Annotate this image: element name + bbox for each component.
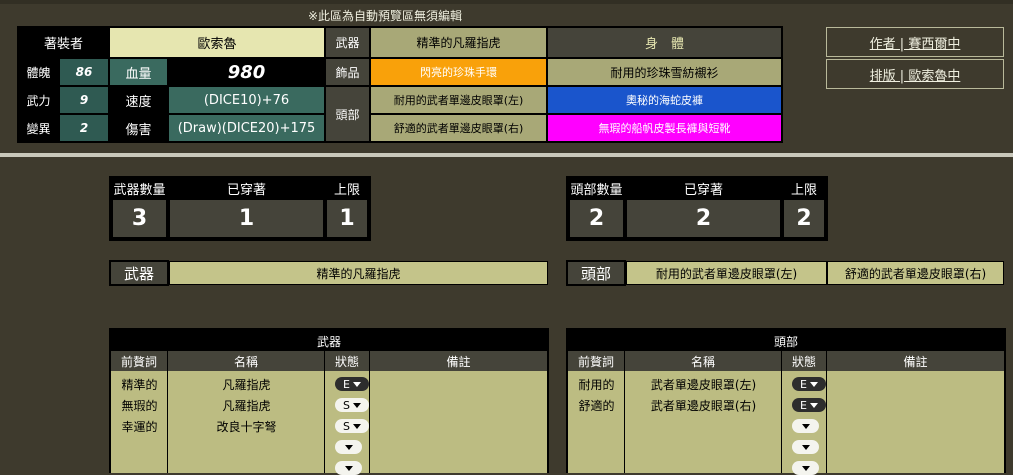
weapon-bar-label: 武器 <box>109 260 169 286</box>
head-th-prefix: 前贅詞 <box>568 351 625 371</box>
equip-body-value-2: 奧秘的海蛇皮褲 <box>547 86 782 114</box>
head-bar-value-1: 耐用的武者單邊皮眼罩(左) <box>626 261 827 285</box>
equip-accessory-label: 飾品 <box>325 58 370 86</box>
head-worn-value: 2 <box>625 198 782 239</box>
weapon-row-3-name: 改良十字弩 <box>216 419 277 434</box>
weapon-bar-value: 精準的凡羅指虎 <box>169 261 548 285</box>
chevron-down-icon <box>344 444 353 450</box>
head-bar-label: 頭部 <box>566 260 626 286</box>
equip-head-value-2: 舒適的武者單邊皮眼罩(右) <box>370 114 547 142</box>
head-row-2-status-dropdown[interactable]: E <box>792 398 826 412</box>
head-th-name: 名稱 <box>625 351 782 371</box>
head-count-value: 2 <box>568 198 625 239</box>
head-worn-label: 已穿著 <box>625 178 782 198</box>
weapon-col-note <box>370 371 547 473</box>
head-row-4-status-dropdown[interactable] <box>792 440 819 454</box>
weapon-limit-label: 上限 <box>325 178 369 198</box>
equip-head-label: 頭部 <box>325 86 370 142</box>
head-bar-value-2: 舒適的武者單邊皮眼罩(右) <box>827 261 1004 285</box>
head-row-2-prefix: 舒適的 <box>578 398 615 413</box>
weapon-row-1-status-dropdown[interactable]: E <box>335 377 369 391</box>
head-row-1-status-dropdown[interactable]: E <box>792 377 826 391</box>
speed-label: 速度 <box>109 86 168 114</box>
weapon-row-1-prefix: 精準的 <box>121 377 158 392</box>
chevron-down-icon <box>801 444 810 450</box>
equip-body-value-3: 無瑕的船帆皮製長褲與短靴 <box>547 114 782 142</box>
head-count-label: 頭部數量 <box>568 178 625 198</box>
chevron-down-icon <box>352 402 361 408</box>
head-limit-value: 2 <box>782 198 826 239</box>
head-th-note: 備註 <box>827 351 1004 371</box>
chevron-down-icon <box>801 465 810 471</box>
weapon-row-2-status: S <box>343 398 350 412</box>
weapon-th-note: 備註 <box>370 351 547 371</box>
head-row-2-status: E <box>800 398 807 412</box>
head-row-3-status-dropdown[interactable] <box>792 419 819 433</box>
stat-value-mutation: 2 <box>59 114 109 142</box>
equip-weapon-value: 精準的凡羅指虎 <box>370 27 547 58</box>
chevron-down-icon <box>809 381 818 387</box>
equip-body-label: 身 體 <box>547 27 782 58</box>
chevron-down-icon <box>801 423 810 429</box>
stat-value-physique: 86 <box>59 58 109 86</box>
weapon-th-name: 名稱 <box>168 351 325 371</box>
equip-weapon-label: 武器 <box>325 27 370 58</box>
weapon-row-4-status-dropdown[interactable] <box>335 440 362 454</box>
weapon-th-status: 狀態 <box>325 351 370 371</box>
chevron-down-icon <box>809 402 818 408</box>
weapon-row-3-status-dropdown[interactable]: S <box>335 419 369 433</box>
weapon-row-3-prefix: 幸運的 <box>121 419 158 434</box>
stat-label-mutation: 變異 <box>18 114 59 142</box>
chevron-down-icon <box>352 381 361 387</box>
head-table-title: 頭部 <box>568 331 1004 351</box>
wearer-name: 歐索魯 <box>109 27 325 58</box>
weapon-count-value: 3 <box>111 198 168 239</box>
weapon-worn-value: 1 <box>168 198 325 239</box>
hp-value: 980 <box>168 58 325 86</box>
weapon-row-1-status: E <box>343 377 350 391</box>
stat-value-force: 9 <box>59 86 109 114</box>
equip-accessory-value: 閃亮的珍珠手環 <box>370 58 547 86</box>
top-strip <box>0 0 1013 4</box>
weapon-row-2-status-dropdown[interactable]: S <box>335 398 369 412</box>
weapon-th-prefix: 前贅詞 <box>111 351 168 371</box>
auto-preview-notice: ※此區為自動預覽區無須編輯 <box>307 8 463 23</box>
chevron-down-icon <box>344 465 353 471</box>
weapon-row-2-name: 凡羅指虎 <box>222 398 271 413</box>
head-row-1-name: 武者單邊皮眼罩(左) <box>650 377 757 392</box>
damage-value: (Draw)(DICE20)+175 <box>168 114 325 142</box>
weapon-row-2-prefix: 無瑕的 <box>121 398 158 413</box>
weapon-count-label: 武器數量 <box>111 178 168 198</box>
head-row-2-name: 武者單邊皮眼罩(右) <box>650 398 757 413</box>
layout-link[interactable]: 排版 | 歐索魯中 <box>826 59 1004 89</box>
wearer-label: 著裝者 <box>18 27 109 58</box>
damage-label: 傷害 <box>109 114 168 142</box>
speed-value: (DICE10)+76 <box>168 86 325 114</box>
stat-label-physique: 體魄 <box>18 58 59 86</box>
weapon-table-title: 武器 <box>111 331 547 351</box>
head-row-1-prefix: 耐用的 <box>578 377 615 392</box>
head-th-status: 狀態 <box>782 351 827 371</box>
stat-label-force: 武力 <box>18 86 59 114</box>
weapon-limit-value: 1 <box>325 198 369 239</box>
section-divider <box>0 153 1013 157</box>
head-col-note <box>827 371 1004 473</box>
equip-body-value-1: 耐用的珍珠雪紡襯衫 <box>547 58 782 86</box>
author-link[interactable]: 作者 | 賽西爾中 <box>826 27 1004 57</box>
weapon-worn-label: 已穿著 <box>168 178 325 198</box>
head-row-1-status: E <box>800 377 807 391</box>
weapon-row-1-name: 凡羅指虎 <box>222 377 271 392</box>
head-limit-label: 上限 <box>782 178 826 198</box>
chevron-down-icon <box>352 423 361 429</box>
equip-head-value-1: 耐用的武者單邊皮眼罩(左) <box>370 86 547 114</box>
weapon-row-3-status: S <box>343 419 350 433</box>
hp-label: 血量 <box>109 58 168 86</box>
